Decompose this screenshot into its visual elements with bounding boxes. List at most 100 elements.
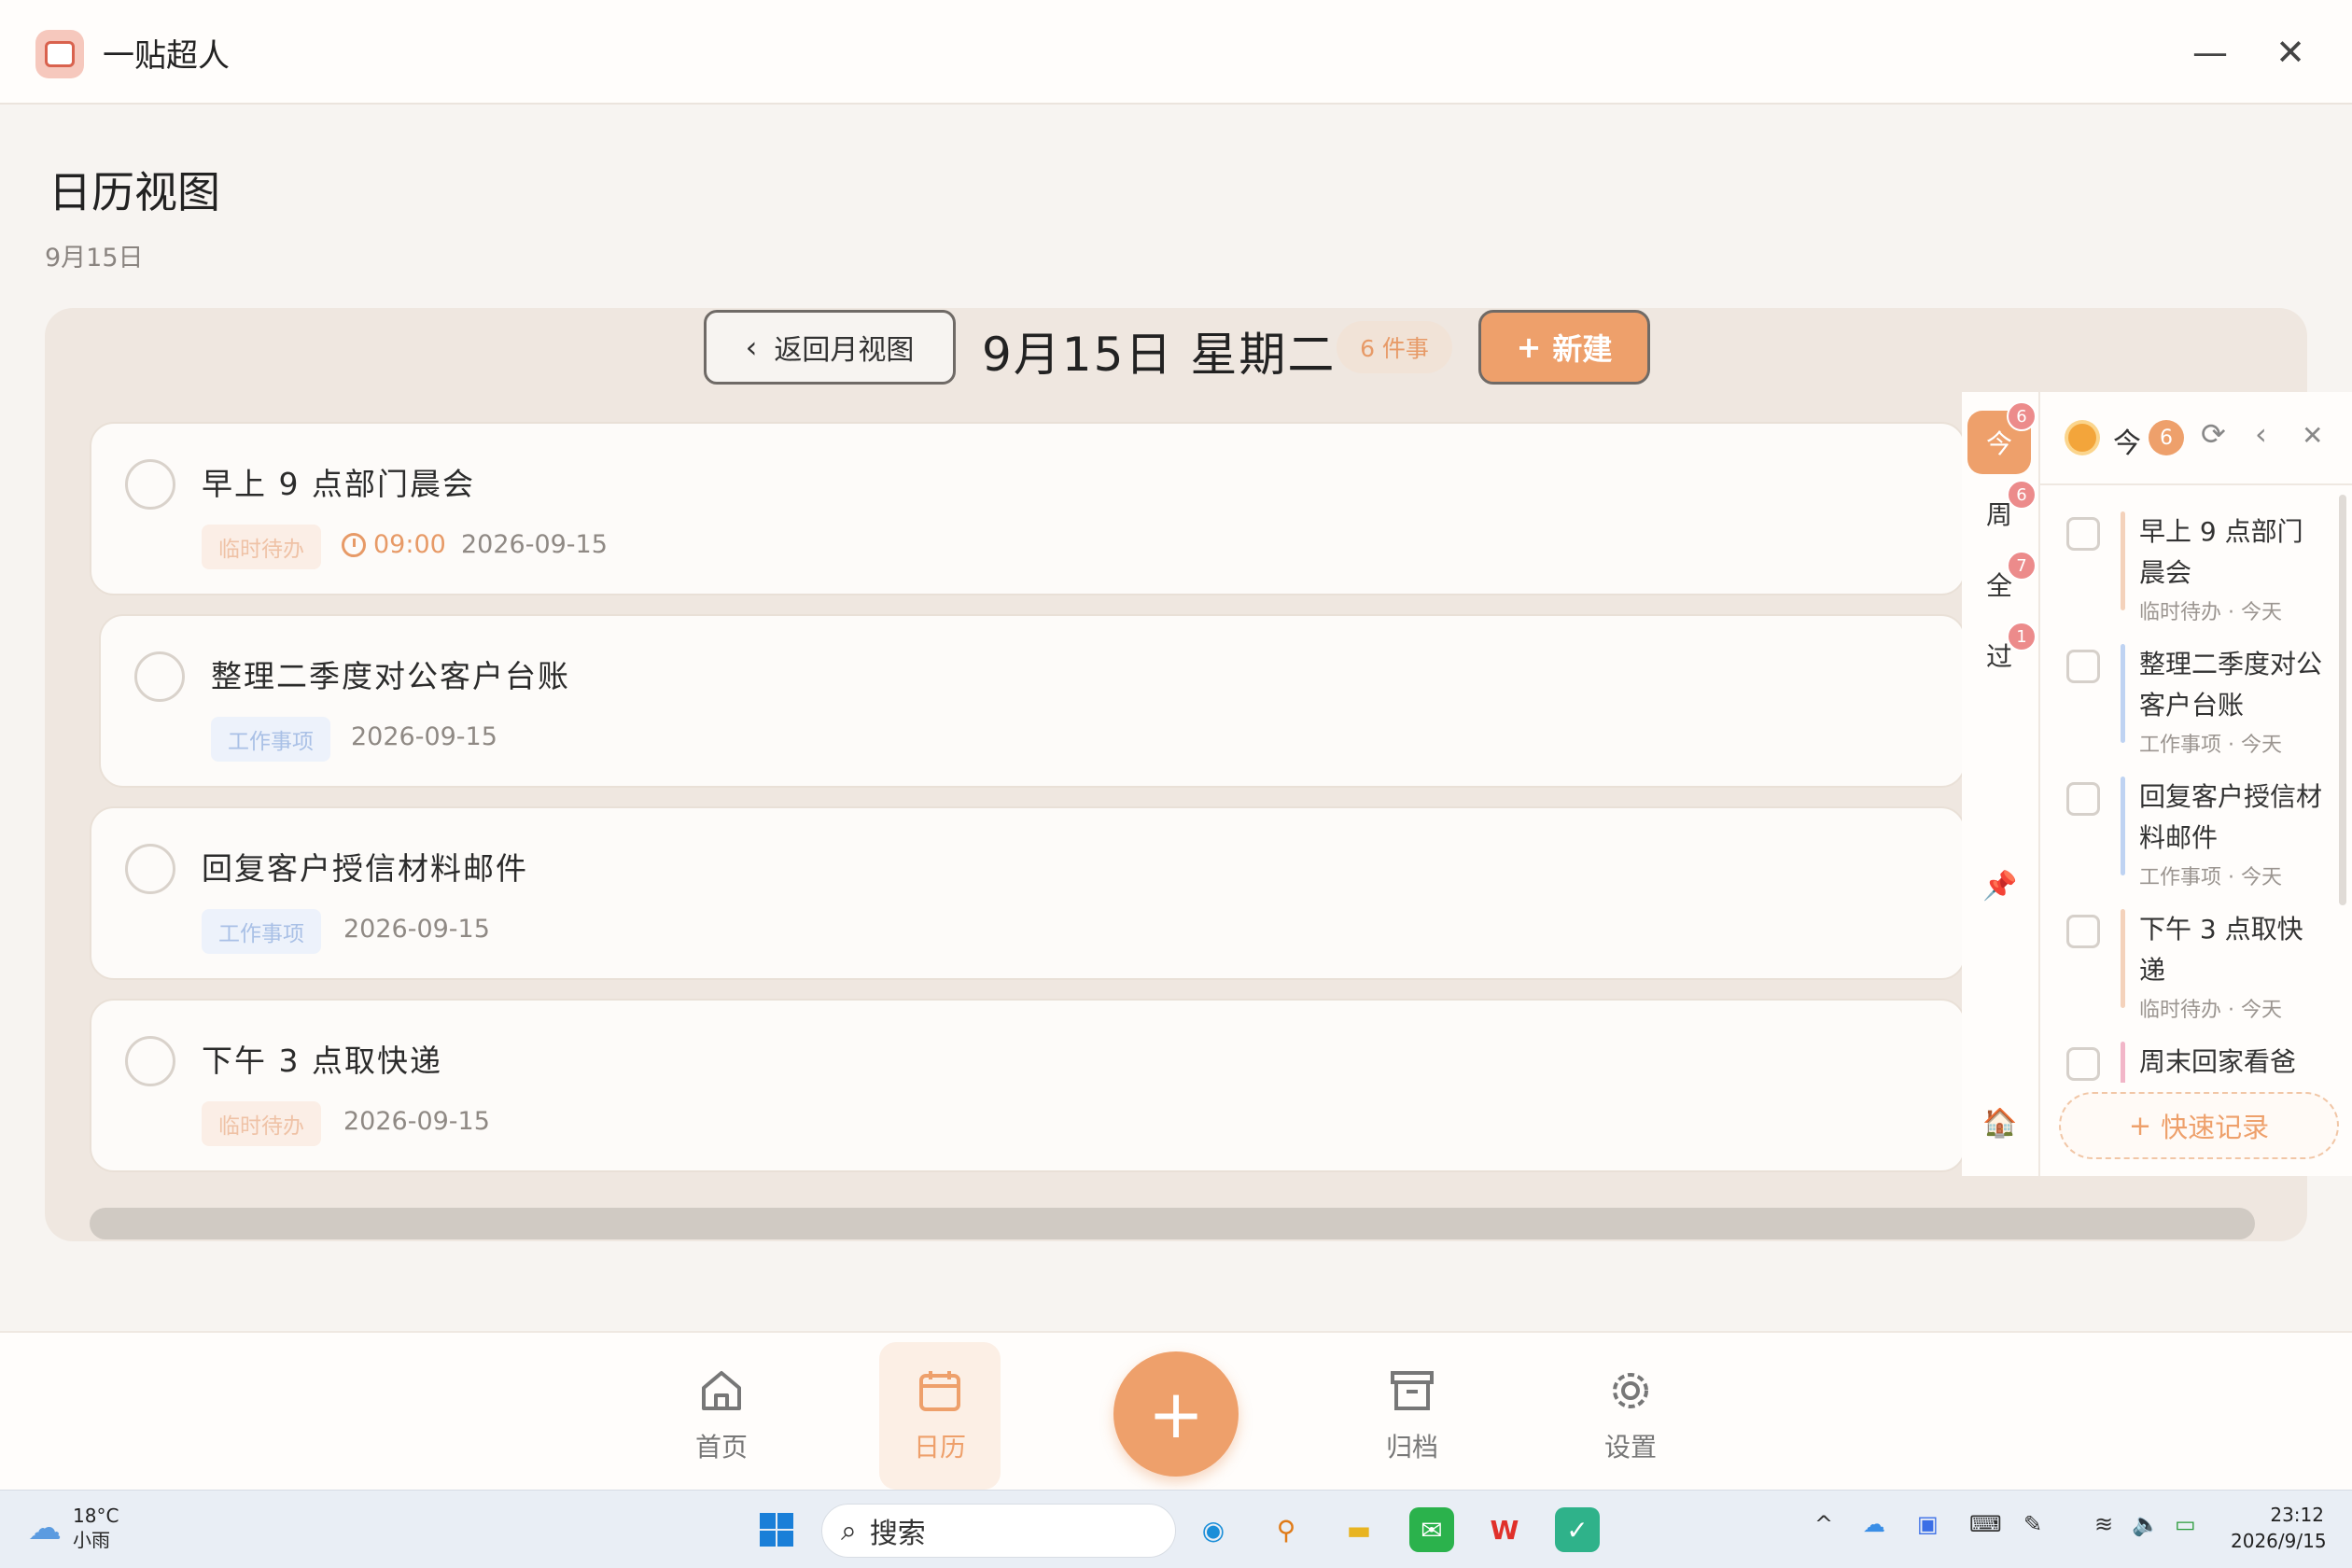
item-meta: 工作事项 · 今天 — [2139, 734, 2282, 757]
chevron-up-icon[interactable]: ^ — [1814, 1511, 1833, 1537]
item-checkbox[interactable] — [2066, 782, 2100, 816]
plus-icon: + — [1516, 329, 1542, 365]
side-tab-badge: 6 — [2007, 480, 2037, 510]
search-app-icon[interactable]: ⚲ — [1264, 1507, 1309, 1552]
battery-icon[interactable]: ▭ — [2175, 1511, 2196, 1537]
quick-panel-header: 今 6 ⟳ ‹ ✕ — [2040, 392, 2352, 485]
task-date: 2026-09-15 — [343, 915, 490, 944]
chevron-left-icon: ‹ — [745, 329, 758, 365]
home-icon[interactable]: 🏠 — [1982, 1107, 2017, 1140]
nav-home[interactable]: 首页 — [661, 1342, 782, 1490]
nav-archive-label: 归档 — [1385, 1432, 1438, 1463]
item-checkbox[interactable] — [2066, 650, 2100, 683]
nav-settings-label: 设置 — [1603, 1432, 1657, 1463]
bottom-nav: 首页 日历 + 归档 设置 — [0, 1331, 2352, 1490]
cloud-rain-icon: ☁ — [28, 1508, 62, 1547]
add-fab-button[interactable]: + — [1113, 1351, 1239, 1477]
side-tab-label: 今 — [1985, 428, 2012, 459]
weather-desc: 小雨 — [73, 1529, 110, 1551]
close-panel-icon[interactable]: ✕ — [2302, 420, 2323, 451]
item-checkbox[interactable] — [2066, 517, 2100, 551]
title-bar: 一贴超人 — ✕ — [0, 0, 2352, 105]
archive-icon — [1389, 1367, 1435, 1414]
refresh-icon[interactable]: ⟳ — [2201, 416, 2226, 452]
search-icon: ⌕ — [841, 1514, 857, 1547]
page-title: 日历视图 — [49, 167, 220, 217]
app-title: 一贴超人 — [103, 37, 230, 75]
item-title: 周末回家看爸 — [2139, 1046, 2297, 1077]
horizontal-scrollbar[interactable] — [90, 1208, 2255, 1239]
chevron-left-icon[interactable]: ‹ — [2255, 416, 2267, 452]
item-color-bar — [2121, 511, 2125, 610]
task-checkbox[interactable] — [125, 459, 175, 510]
nav-home-label: 首页 — [694, 1432, 748, 1463]
task-date: 2026-09-15 — [351, 722, 497, 751]
side-tab-strip: 今 6 周 6 全 7 过 1 📌 🏠 — [1962, 392, 2040, 1176]
item-checkbox[interactable] — [2066, 915, 2100, 948]
item-color-bar — [2121, 909, 2125, 1008]
nav-settings[interactable]: 设置 — [1570, 1342, 1691, 1490]
app-tray-icon[interactable]: ✓ — [1555, 1507, 1600, 1552]
date-heading: 9月15日 星期二 — [982, 328, 1337, 382]
network-app-icon[interactable]: ▣ — [1917, 1511, 1939, 1537]
plus-icon: + — [2128, 1110, 2152, 1141]
file-explorer-icon[interactable]: ▬ — [1337, 1507, 1381, 1552]
task-checkbox[interactable] — [125, 1036, 175, 1086]
wechat-icon[interactable]: ✉ — [1409, 1507, 1454, 1552]
taskbar-clock[interactable]: 23:12 2026/9/15 — [2231, 1502, 2327, 1554]
task-checkbox[interactable] — [134, 651, 185, 702]
page-subtitle: 9月15日 — [45, 244, 144, 273]
item-title: 早上 9 点部门晨会 — [2139, 516, 2303, 588]
task-date: 2026-09-15 — [461, 530, 608, 559]
task-card[interactable]: 整理二季度对公客户台账 工作事项 2026-09-15 — [99, 614, 1966, 788]
quick-record-button[interactable]: + 快速记录 — [2059, 1092, 2339, 1159]
item-title: 回复客户授信材料邮件 — [2139, 781, 2323, 853]
task-checkbox[interactable] — [125, 844, 175, 894]
task-card[interactable]: 早上 9 点部门晨会 临时待办 09:00 2026-09-15 — [90, 422, 1966, 595]
quick-panel-count: 6 — [2149, 420, 2184, 455]
item-color-bar — [2121, 644, 2125, 743]
task-date: 2026-09-15 — [343, 1107, 490, 1136]
weather-temp: 18°C — [73, 1505, 119, 1527]
edge-icon[interactable]: ◉ — [1191, 1507, 1236, 1552]
onedrive-icon[interactable]: ☁ — [1863, 1511, 1885, 1537]
taskbar-search[interactable]: ⌕ 搜索 — [821, 1504, 1176, 1558]
calendar-icon — [917, 1367, 963, 1414]
task-tag: 工作事项 — [211, 717, 330, 762]
back-to-month-button[interactable]: ‹ 返回月视图 — [704, 310, 956, 385]
task-card[interactable]: 下午 3 点取快递 临时待办 2026-09-15 — [90, 999, 1966, 1172]
item-color-bar — [2121, 1042, 2125, 1083]
task-time-text: 09:00 — [373, 530, 446, 559]
clock-time: 23:12 — [2270, 1504, 2324, 1526]
quick-panel-item[interactable]: 周末回家看爸 — [2066, 1042, 2337, 1083]
nav-archive[interactable]: 归档 — [1351, 1342, 1473, 1490]
item-color-bar — [2121, 777, 2125, 875]
gear-icon — [1607, 1367, 1654, 1414]
wifi-icon[interactable]: ≋ — [2094, 1511, 2113, 1537]
side-tab-badge: 7 — [2007, 551, 2037, 581]
pen-icon[interactable]: ✎ — [2023, 1511, 2042, 1537]
item-meta: 临时待办 · 今天 — [2139, 999, 2282, 1022]
windows-start-icon[interactable] — [754, 1507, 799, 1552]
minimize-button[interactable]: — — [2184, 28, 2236, 77]
new-task-label: 新建 — [1552, 331, 1613, 367]
task-count-badge: 6 件事 — [1337, 321, 1452, 373]
quick-panel-today-label: 今 — [2113, 427, 2141, 460]
quick-record-label: 快速记录 — [2161, 1112, 2270, 1143]
windows-taskbar: ☁ 18°C 小雨 ⌕ 搜索 ◉ ⚲ ▬ ✉ W ✓ ^ ☁ ▣ ⌨ ✎ ≋ 🔈… — [0, 1490, 2352, 1568]
clock-icon — [342, 532, 366, 557]
app-logo-icon — [35, 30, 84, 78]
close-button[interactable]: ✕ — [2264, 28, 2317, 77]
wps-icon[interactable]: W — [1482, 1507, 1527, 1552]
item-checkbox[interactable] — [2066, 1047, 2100, 1081]
side-tab-badge: 6 — [2007, 401, 2037, 431]
new-task-button[interactable]: + 新建 — [1478, 310, 1650, 385]
pin-icon[interactable]: 📌 — [1982, 870, 2017, 903]
weather-widget[interactable]: ☁ 18°C 小雨 — [28, 1504, 119, 1552]
ime-icon[interactable]: ⌨ — [1969, 1511, 2002, 1537]
task-tag: 临时待办 — [202, 1101, 321, 1146]
quick-panel-scrollbar[interactable] — [2339, 495, 2346, 905]
nav-calendar[interactable]: 日历 — [879, 1342, 1001, 1490]
task-card[interactable]: 回复客户授信材料邮件 工作事项 2026-09-15 — [90, 806, 1966, 980]
volume-mute-icon[interactable]: 🔈 — [2132, 1511, 2160, 1537]
